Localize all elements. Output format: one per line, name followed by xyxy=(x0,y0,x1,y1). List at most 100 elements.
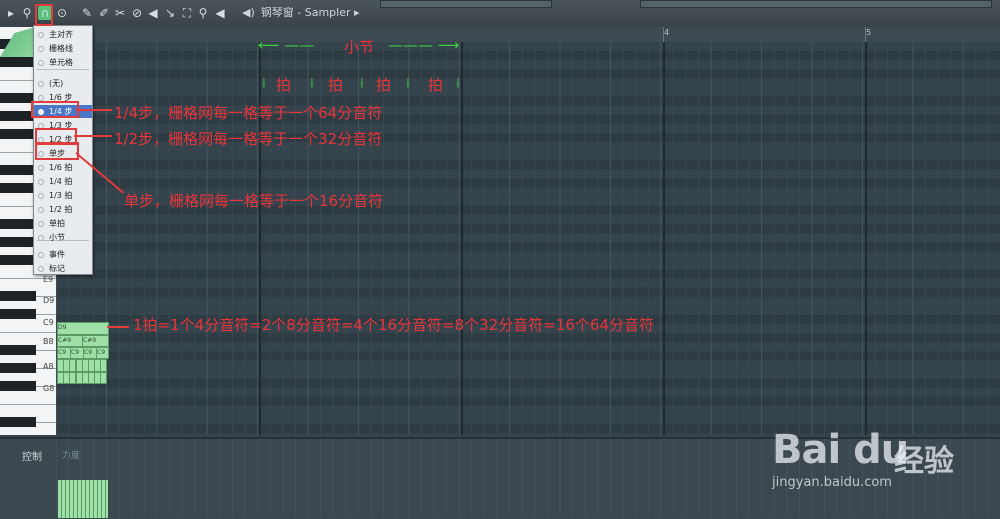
pencil-icon[interactable]: ✎ xyxy=(80,6,94,20)
snap-menu-item[interactable]: 1/4 拍 xyxy=(34,175,92,188)
snap-menu-item-label: 单元格 xyxy=(49,58,73,67)
mute-icon[interactable]: ⊘ xyxy=(130,6,144,20)
control-label[interactable]: 控制 xyxy=(22,448,42,463)
black-key[interactable] xyxy=(0,345,36,355)
snap-menu-item-label: 栅格线 xyxy=(49,44,73,53)
ruler-mark: 4 xyxy=(664,28,670,37)
snap-menu-item-label: 1/2 拍 xyxy=(49,205,73,214)
speaker-mute-icon[interactable]: ◀ xyxy=(146,6,160,20)
black-key[interactable] xyxy=(0,165,36,175)
black-key[interactable] xyxy=(0,129,36,139)
note[interactable]: D9 xyxy=(57,322,109,335)
key-label: B8 xyxy=(43,337,54,346)
snap-menu-item[interactable]: 1/2 拍 xyxy=(34,203,92,216)
brush-icon[interactable]: ✐ xyxy=(97,6,111,20)
snap-menu-item[interactable]: 小节 xyxy=(34,231,92,244)
black-key[interactable] xyxy=(0,255,36,265)
beat-sep-1: ⟊ xyxy=(262,74,266,92)
arrow-half xyxy=(74,135,112,137)
snap-menu-item-label: (无) xyxy=(49,79,64,88)
toolbar-right-strip-2 xyxy=(640,0,992,8)
arrow-icon[interactable]: ▸ xyxy=(4,6,18,20)
radio-icon xyxy=(38,165,44,171)
radio-icon xyxy=(38,252,44,258)
playback-icon[interactable]: ◀ xyxy=(213,6,227,20)
radio-icon xyxy=(38,81,44,87)
key-label: G8 xyxy=(43,384,55,393)
snap-menu-item-label: 事件 xyxy=(49,250,65,259)
arrow-beat xyxy=(107,326,129,328)
bar-arrow-right: ——— ⟶ xyxy=(388,36,460,54)
note-grid[interactable] xyxy=(56,42,1000,435)
note[interactable]: C#9 xyxy=(57,335,83,347)
radio-icon xyxy=(38,266,44,272)
delete-icon[interactable]: ✂ xyxy=(113,6,127,20)
note[interactable]: C9 xyxy=(96,347,109,359)
note[interactable] xyxy=(100,372,108,384)
annotation-beat-4: 拍 xyxy=(428,76,444,94)
timeline-ruler[interactable]: 4 5 xyxy=(56,27,1000,43)
radio-icon xyxy=(38,32,44,38)
annotation-single-step: 单步，栅格网每一格等于一个16分音符 xyxy=(124,192,384,210)
snap-menu-item-label: 标记 xyxy=(49,264,65,273)
snap-menu-item[interactable]: 主对齐 xyxy=(34,28,92,41)
highlight-quarter-step xyxy=(31,101,79,118)
toolbar: ▸ ⚲ ∩ ⊙ ✎ ✐ ✂ ⊘ ◀ ↘ ⛶ ⚲ ◀ ◀) 钢琴窗 - Sample… xyxy=(0,0,1000,28)
snap-menu-item[interactable]: 事件 xyxy=(34,248,92,261)
zoom-icon[interactable]: ⚲ xyxy=(196,6,210,20)
watermark-brand: Bai du xyxy=(772,427,909,473)
snap-menu-item[interactable]: 单元格 xyxy=(34,56,92,69)
black-key[interactable] xyxy=(0,183,36,193)
select-icon[interactable]: ⛶ xyxy=(180,6,194,20)
speaker-icon: ◀) xyxy=(242,6,255,19)
radio-icon xyxy=(38,221,44,227)
slice-icon[interactable]: ↘ xyxy=(163,6,177,20)
snap-menu-item[interactable]: 单拍 xyxy=(34,217,92,230)
radio-icon xyxy=(38,179,44,185)
snap-menu-item[interactable]: 标记 xyxy=(34,262,92,275)
black-key[interactable] xyxy=(0,57,36,67)
highlight-magnet xyxy=(35,4,53,26)
radio-icon xyxy=(38,193,44,199)
record-icon[interactable]: ⊙ xyxy=(55,6,69,20)
black-key[interactable] xyxy=(0,417,36,427)
key-label: C9 xyxy=(43,318,54,327)
snap-menu-item[interactable]: 1/6 拍 xyxy=(34,161,92,174)
black-key[interactable] xyxy=(0,309,36,319)
annotation-beat-3: 拍 xyxy=(376,76,392,94)
chevron-right-icon: ▸ xyxy=(350,6,360,19)
beat-sep-4: ⟊ xyxy=(406,74,410,92)
snap-menu-item-label: 单拍 xyxy=(49,219,65,228)
key-label: E9 xyxy=(43,275,54,284)
annotation-quarter-step: 1/4步，栅格网每一格等于一个64分音符 xyxy=(114,104,383,122)
note[interactable]: C9 xyxy=(57,347,71,359)
radio-icon xyxy=(38,60,44,66)
annotation-beat-equation: 1拍=1个4分音符=2个8分音符=4个16分音符=8个32分音符=16个64分音… xyxy=(133,316,654,334)
note[interactable] xyxy=(100,359,108,372)
velocity-bars[interactable] xyxy=(58,480,108,518)
black-key[interactable] xyxy=(0,237,36,247)
snap-menu-item[interactable]: 栅格线 xyxy=(34,42,92,55)
black-key[interactable] xyxy=(0,363,36,373)
snap-menu-item-label: 1/4 拍 xyxy=(49,177,73,186)
highlight-single-step xyxy=(35,142,79,160)
note[interactable]: C#9 xyxy=(82,335,109,347)
bar-arrow-left: ⟵ —— xyxy=(258,36,315,54)
black-key[interactable] xyxy=(0,219,36,229)
window-title[interactable]: ◀) 钢琴窗 - Sampler ▸ xyxy=(242,6,360,20)
snap-menu-item-label: 1/3 拍 xyxy=(49,191,73,200)
tool-icon[interactable]: ⚲ xyxy=(20,6,34,20)
baidu-watermark: Bai du 经验 jingyan.baidu.com xyxy=(762,413,1000,517)
radio-icon xyxy=(38,46,44,52)
annotation-half-step: 1/2步，栅格网每一格等于一个32分音符 xyxy=(114,130,383,148)
note[interactable]: C9 xyxy=(70,347,84,359)
note[interactable]: C9 xyxy=(83,347,97,359)
black-key[interactable] xyxy=(0,291,36,301)
black-key[interactable] xyxy=(0,381,36,391)
beat-sep-2: ⟊ xyxy=(310,74,314,92)
radio-icon xyxy=(38,207,44,213)
snap-menu-item[interactable]: (无) xyxy=(34,77,92,90)
snap-menu-item-label: 小节 xyxy=(49,233,65,242)
snap-menu-item[interactable]: 1/3 拍 xyxy=(34,189,92,202)
radio-icon xyxy=(38,235,44,241)
